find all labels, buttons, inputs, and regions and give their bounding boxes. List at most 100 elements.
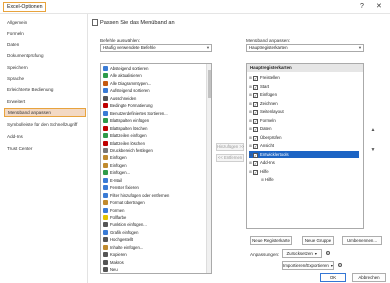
command-item[interactable]: E-Mail [103, 177, 122, 184]
command-label: Funktion einfügen... [110, 222, 147, 228]
command-icon [103, 237, 108, 243]
help-button[interactable]: ? [360, 2, 364, 12]
add-button[interactable]: Hinzufügen >> [216, 143, 244, 151]
commands-list[interactable]: Absteigend sortieren Alle aktualisieren Al… [100, 63, 212, 274]
command-item[interactable]: Bedingte Formatierung [103, 102, 153, 109]
close-button[interactable]: ✕ [376, 2, 382, 12]
command-item[interactable]: Alle aktualisieren [103, 72, 142, 79]
tree-item[interactable]: ⊞ ✓ Formeln [249, 117, 359, 124]
sidebar-item-speichern[interactable]: Speichern [4, 63, 86, 72]
command-label: Alle Diagrammtypen... [110, 80, 152, 86]
command-item[interactable]: Benutzerdefiniertes Sortieren... [103, 110, 168, 117]
scrollbar-thumb[interactable] [208, 70, 211, 98]
sidebar-item-dokumentpruefung[interactable]: Dokumentprüfung [4, 51, 86, 60]
commands-scrollbar[interactable] [206, 64, 211, 273]
import-export-button[interactable]: Importieren/Exportieren ▼ [282, 261, 334, 270]
tab-checkbox[interactable]: ✓ [253, 84, 258, 90]
sidebar-item-add-ins[interactable]: Add-Ins [4, 132, 86, 141]
command-item[interactable]: Fenster fixieren [103, 184, 139, 191]
cancel-button[interactable]: Abbrechen [352, 273, 386, 282]
ok-button[interactable]: OK [320, 273, 346, 282]
tree-item[interactable]: ⊞ ✓ Entwicklertools [248, 149, 360, 159]
tab-checkbox[interactable]: ✓ [253, 161, 258, 166]
tree-item-label: Daten [260, 126, 272, 131]
command-item[interactable]: Blattzeilen einfügen [103, 132, 147, 139]
command-item[interactable]: Alle Diagrammtypen... [103, 80, 151, 87]
tree-item-label: Hilfe [260, 168, 269, 174]
tree-item[interactable]: ⊞ ✓ Hilfe [249, 168, 359, 175]
tree-item[interactable]: ⊞ ✓ Daten [249, 125, 359, 132]
sidebar-item-allgemein[interactable]: Allgemein [4, 18, 86, 27]
new-group-button[interactable]: Neue Gruppe [302, 236, 334, 245]
command-item[interactable]: Absteigend sortieren [103, 65, 148, 72]
command-item[interactable]: Kopieren [103, 251, 127, 258]
command-item[interactable]: Blattzeilen löschen [103, 140, 145, 147]
command-item[interactable]: Neu [103, 266, 118, 273]
command-label: Druckbereich festlegen [110, 147, 153, 153]
command-item[interactable]: Ausschneiden [103, 95, 136, 102]
command-item[interactable]: Einfügen [103, 162, 127, 169]
tab-checkbox[interactable]: ✓ [253, 118, 258, 124]
tab-checkbox[interactable]: ✓ [253, 169, 258, 175]
command-item[interactable]: Hochgestellt [103, 236, 133, 243]
tab-checkbox[interactable]: ✓ [253, 127, 258, 132]
sidebar-item-erleichterte-bedienung[interactable]: Erleichterte Bedienung [4, 85, 86, 94]
chevron-down-icon: ▼ [330, 264, 334, 268]
tree-item[interactable]: ⊞ ✓ Freistellen [249, 74, 359, 81]
sidebar-item-menueband-anpassen[interactable]: Menüband anpassen [4, 108, 86, 117]
chevron-down-icon: ▼ [358, 45, 362, 50]
tab-checkbox[interactable]: ✓ [253, 152, 258, 158]
command-item[interactable]: Inhalte einfügen... [103, 244, 143, 251]
tree-item[interactable]: ⊞ ✓ Seitenlayout [249, 108, 359, 115]
command-item[interactable]: Funktion einfügen... [103, 221, 147, 228]
tab-checkbox[interactable]: ✓ [253, 101, 258, 107]
command-item[interactable]: Format übertragen [103, 199, 145, 206]
command-item[interactable]: Einfügen [103, 154, 127, 161]
move-down-button[interactable]: ▼ [370, 147, 376, 156]
tab-checkbox[interactable]: ✓ [253, 76, 258, 81]
tree-item[interactable]: ⊞ ✓ Add-Ins [249, 159, 359, 166]
tree-item-label: Formeln [260, 117, 276, 123]
tab-checkbox[interactable]: ✓ [253, 110, 258, 115]
new-tab-button[interactable]: Neue Registerkarte [250, 236, 292, 245]
sidebar-item-erweitert[interactable]: Erweitert [4, 97, 86, 106]
tree-item[interactable]: ⊞ ✓ Start [249, 83, 359, 90]
command-item[interactable]: Filter hinzufügen oder entfernen [103, 192, 169, 199]
command-item[interactable]: Druckbereich festlegen [103, 147, 153, 154]
command-label: Einfügen [110, 155, 127, 161]
command-item[interactable]: Einfügen... [103, 169, 130, 176]
reset-label: Zurücksetzen [286, 251, 313, 256]
command-label: Formen [110, 207, 125, 213]
tree-item-label: Entwicklertools [260, 151, 289, 157]
sidebar-item-trust-center[interactable]: Trust Center [4, 144, 86, 153]
command-item[interactable]: Makros [103, 259, 124, 266]
tree-item[interactable]: ⊞Hilfe [261, 176, 359, 183]
sidebar-item-formeln[interactable]: Formeln [4, 29, 86, 38]
sidebar-item-daten[interactable]: Daten [4, 40, 86, 49]
command-item[interactable]: Blattspalten löschen [103, 125, 147, 132]
tab-checkbox[interactable]: ✓ [253, 144, 258, 149]
tab-checkbox[interactable]: ✓ [253, 135, 258, 141]
remove-button[interactable]: << Entfernen [216, 154, 244, 162]
command-item[interactable]: Formen [103, 207, 124, 214]
command-label: Neu [110, 267, 118, 273]
sidebar-item-schnellzugriff[interactable]: Symbolleiste für den Schnellzugriff [4, 120, 86, 129]
sidebar-item-sprache[interactable]: Sprache [4, 74, 86, 83]
command-label: Blattzeilen einfügen [110, 133, 147, 139]
command-item[interactable]: Aufsteigend sortieren [103, 87, 150, 94]
move-up-button[interactable]: ▲ [370, 127, 376, 136]
tree-item[interactable]: ⊞ ✓ Überprüfen [249, 134, 359, 141]
tree-item[interactable]: ⊞ ✓ Einfügen [249, 91, 359, 98]
ribbon-tree[interactable]: Hauptregisterkarten ⊞ ✓ Freistellen ⊞ ✓ Start… [246, 63, 364, 229]
import-export-label: Importieren/Exportieren [283, 263, 329, 268]
rename-button[interactable]: Umbenennen... [342, 236, 382, 245]
commands-combo[interactable]: Häufig verwendete Befehle ▼ [100, 44, 212, 52]
tree-item[interactable]: ⊞ ✓ Ansicht [249, 142, 359, 149]
tree-item[interactable]: ⊞ ✓ Zeichnen [249, 100, 359, 107]
reset-button[interactable]: Zurücksetzen ▼ [282, 249, 322, 258]
tab-checkbox[interactable]: ✓ [253, 93, 258, 98]
customize-ribbon-combo[interactable]: Hauptregisterkarten ▼ [246, 44, 364, 52]
command-item[interactable]: Grafik einfügen [103, 229, 138, 236]
command-item[interactable]: Füllfarbe [103, 214, 126, 221]
command-item[interactable]: Blattspalten einfügen [103, 117, 149, 124]
